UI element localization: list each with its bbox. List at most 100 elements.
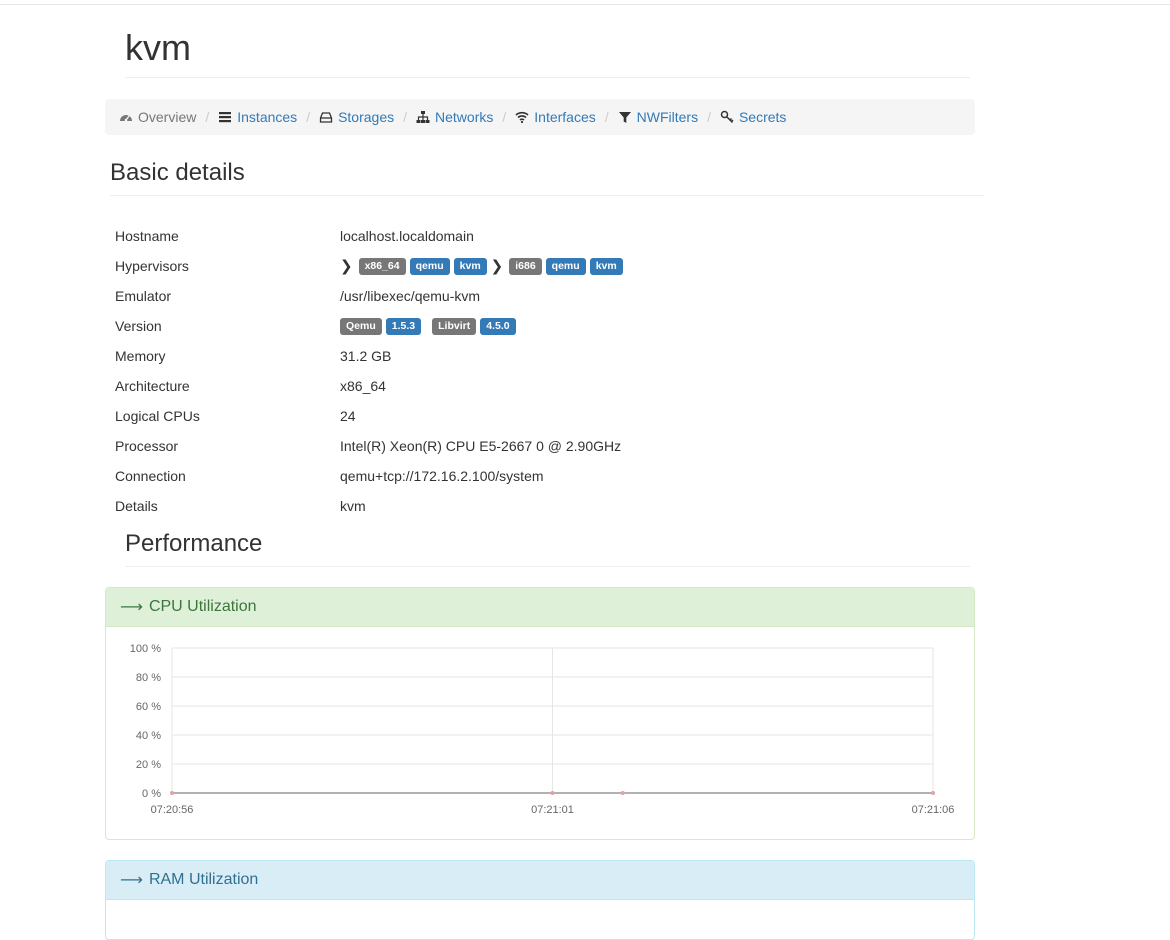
page-title: kvm: [125, 27, 191, 68]
table-row: Logical CPUs 24: [110, 401, 984, 431]
wifi-icon: [515, 111, 529, 124]
y-tick-label: 100 %: [130, 643, 161, 655]
cpu-series-point: [931, 791, 935, 795]
nav-overview-label: Overview: [138, 109, 197, 125]
arch-badge: x86_64: [358, 257, 406, 275]
breadcrumb-separator: /: [707, 109, 711, 125]
nav-instances[interactable]: Instances: [218, 109, 297, 125]
x-tick-label: 07:21:01: [531, 804, 574, 816]
nav-nwfilters-label: NWFilters: [636, 109, 699, 125]
ram-panel-title: RAM Utilization: [148, 871, 259, 888]
y-tick-label: 20 %: [136, 759, 161, 771]
connection-value: qemu+tcp://172.16.2.100/system: [340, 468, 544, 484]
hypervisors-key: Hypervisors: [115, 258, 189, 274]
libvirt-badge: Libvirt: [432, 317, 477, 335]
list-icon: [219, 112, 232, 123]
processor-key: Processor: [115, 438, 179, 454]
table-row: Hypervisors ❯ x86_64 qemu kvm ❯ i686 qem…: [110, 251, 984, 281]
hypervisor-badge: kvm: [589, 257, 623, 275]
y-tick-label: 80 %: [136, 672, 161, 684]
nav-interfaces[interactable]: Interfaces: [515, 109, 596, 125]
details-value: kvm: [340, 498, 366, 514]
top-divider: [0, 4, 1170, 5]
nav-storages[interactable]: Storages: [319, 109, 394, 125]
cpu-series-point: [620, 791, 625, 795]
basic-details-heading: Basic details: [110, 159, 245, 186]
architecture-key: Architecture: [115, 378, 190, 394]
emulator-key: Emulator: [115, 288, 172, 304]
version-value: Qemu 1.5.3 Libvirt 4.5.0: [340, 317, 520, 335]
hostname-value: localhost.localdomain: [340, 228, 474, 244]
arrow-right-icon: ⟶: [120, 599, 143, 616]
nav-secrets-label: Secrets: [738, 109, 787, 125]
ram-utilization-panel: ⟶ RAM Utilization: [105, 860, 975, 940]
nav-interfaces-label: Interfaces: [534, 109, 596, 125]
logical-cpus-value: 24: [340, 408, 356, 424]
title-divider: [125, 77, 970, 78]
qemu-badge: Qemu: [340, 317, 382, 335]
chevron-right-icon: ❯: [490, 258, 504, 275]
hypervisor-badge: qemu: [545, 257, 586, 275]
breadcrumb-separator: /: [306, 109, 311, 125]
hostname-key: Hostname: [115, 228, 179, 244]
version-key: Version: [115, 318, 162, 334]
key-icon: [720, 110, 734, 124]
breadcrumb-nav: Overview / Instances / Storages / Networ…: [105, 99, 975, 135]
chevron-right-icon: ❯: [340, 258, 353, 275]
hdd-icon: [319, 112, 333, 123]
arch-badge: i686: [509, 257, 542, 275]
libvirt-version-badge: 4.5.0: [480, 317, 516, 335]
basic-details-divider: [110, 195, 984, 196]
nav-nwfilters[interactable]: NWFilters: [618, 109, 698, 125]
memory-value: 31.2 GB: [340, 348, 392, 364]
table-row: Version Qemu 1.5.3 Libvirt 4.5.0: [110, 311, 984, 341]
cpu-series-point: [170, 791, 174, 795]
breadcrumb-separator: /: [403, 109, 408, 125]
processor-value: Intel(R) Xeon(R) CPU E5-2667 0 @ 2.90GHz: [340, 438, 622, 454]
performance-heading: Performance: [125, 530, 263, 557]
qemu-version-badge: 1.5.3: [385, 317, 422, 335]
nav-secrets[interactable]: Secrets: [720, 109, 786, 125]
breadcrumb-separator: /: [205, 109, 210, 125]
sitemap-icon: [416, 111, 430, 123]
hypervisors-value: ❯ x86_64 qemu kvm ❯ i686 qemu kvm: [340, 257, 627, 275]
connection-key: Connection: [115, 468, 186, 484]
table-row: Memory 31.2 GB: [110, 341, 984, 371]
table-row: Connection qemu+tcp://172.16.2.100/syste…: [110, 461, 984, 491]
table-row: Details kvm: [110, 491, 984, 521]
x-tick-label: 07:21:06: [912, 804, 955, 816]
ram-panel-header[interactable]: ⟶ RAM Utilization: [106, 861, 974, 900]
cpu-series-point: [550, 791, 555, 795]
arrow-right-icon: ⟶: [120, 872, 143, 889]
hypervisor-badge: kvm: [453, 257, 487, 275]
nav-networks[interactable]: Networks: [416, 109, 493, 125]
y-tick-label: 0 %: [142, 788, 161, 800]
breadcrumb-separator: /: [604, 109, 609, 125]
nav-networks-label: Networks: [435, 109, 494, 125]
table-row: Hostname localhost.localdomain: [110, 221, 984, 251]
x-tick-label: 07:20:56: [151, 804, 194, 816]
architecture-value: x86_64: [340, 378, 386, 394]
nav-storages-label: Storages: [338, 109, 395, 125]
nav-overview[interactable]: Overview: [119, 109, 196, 125]
memory-key: Memory: [115, 348, 166, 364]
table-row: Processor Intel(R) Xeon(R) CPU E5-2667 0…: [110, 431, 984, 461]
breadcrumb-separator: /: [502, 109, 507, 125]
logical-cpus-key: Logical CPUs: [115, 408, 200, 424]
cpu-panel-title: CPU Utilization: [148, 598, 257, 615]
hypervisor-badge: qemu: [409, 257, 450, 275]
basic-details-table: Hostname localhost.localdomain Hyperviso…: [110, 221, 984, 521]
y-tick-label: 60 %: [136, 701, 161, 713]
dashboard-icon: [120, 115, 132, 122]
cpu-utilization-panel: ⟶ CPU Utilization 100 % 80 % 60 % 40 % 20 % 0…: [105, 587, 975, 840]
details-key: Details: [115, 498, 158, 514]
cpu-panel-header[interactable]: ⟶ CPU Utilization: [106, 588, 974, 627]
y-tick-label: 40 %: [136, 730, 161, 742]
performance-divider: [125, 566, 970, 567]
nav-instances-label: Instances: [237, 109, 298, 125]
table-row: Architecture x86_64: [110, 371, 984, 401]
table-row: Emulator /usr/libexec/qemu-kvm: [110, 281, 984, 311]
filter-icon: [618, 112, 631, 123]
cpu-utilization-chart: 100 % 80 % 60 % 40 % 20 % 0 % 07:20:56 07:21:01…: [130, 643, 955, 816]
emulator-value: /usr/libexec/qemu-kvm: [340, 288, 481, 304]
